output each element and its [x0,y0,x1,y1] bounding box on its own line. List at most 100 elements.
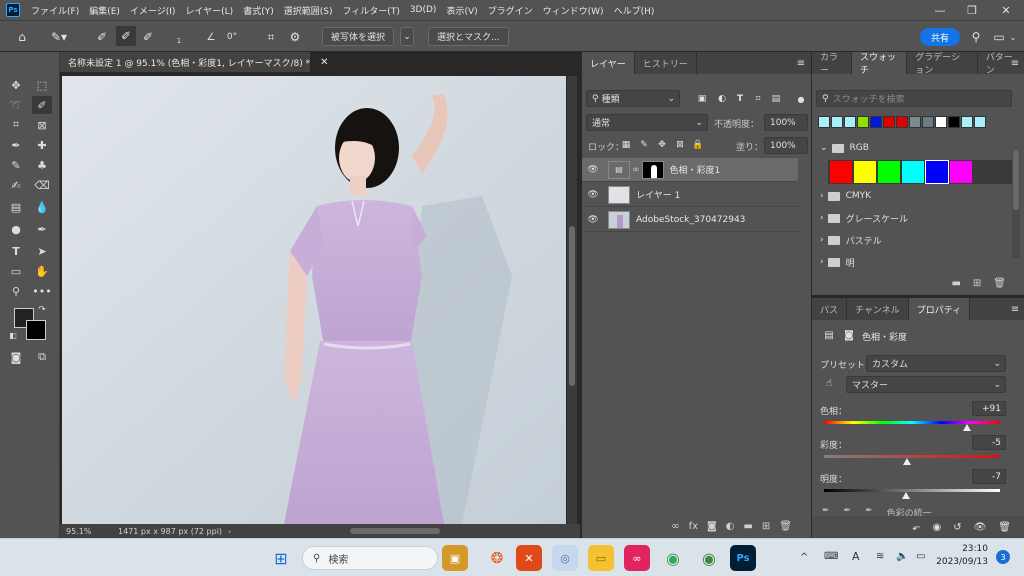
screen-mode-icon[interactable]: ⧉ [32,348,52,366]
layer-name[interactable]: AdobeStock_370472943 [636,215,745,225]
wifi-icon[interactable]: ≋ [876,551,884,562]
new-group-icon[interactable]: ▬ [743,521,752,532]
windows-start-icon[interactable]: ⊞ [268,545,294,571]
creative-cloud-icon[interactable]: ∞ [624,545,650,571]
file-explorer-icon[interactable]: ▭ [588,545,614,571]
menu-plugins[interactable]: プラグイン [483,4,538,17]
menu-view[interactable]: 表示(V) [441,4,482,17]
background-color-swatch[interactable] [26,320,46,340]
menu-layer[interactable]: レイヤー(L) [180,4,238,17]
visibility-eye-icon[interactable]: 👁 [582,165,604,175]
recent-swatch[interactable] [870,116,882,128]
crop-tool-icon[interactable]: ⌗ [6,116,26,134]
trash-icon[interactable]: 🗑 [779,521,792,532]
app-icon[interactable]: ◎ [552,545,578,571]
chrome-icon[interactable]: ◉ [660,545,686,571]
select-and-mask-button[interactable]: 選択とマスク... [428,27,509,46]
hue-value[interactable]: +91 [972,401,1006,416]
menu-edit[interactable]: 編集(E) [84,4,125,17]
rgb-swatch[interactable] [950,161,972,183]
mask-icon[interactable]: ◙ [842,328,856,342]
document-tab[interactable]: 名称未設定 1 @ 95.1% (色相・彩度1, レイヤーマスク/8) * ✕ [60,52,328,72]
restore-icon[interactable]: ❐ [956,0,988,20]
panel-menu-icon[interactable]: ≡ [794,56,808,70]
tab-history[interactable]: ヒストリー [635,52,697,74]
tab-swatches[interactable]: スウォッチ [851,52,908,76]
new-swatch-icon[interactable]: ⊞ [973,278,981,292]
share-button[interactable]: 共有 [920,28,960,46]
volume-icon[interactable]: 🔈 [896,551,908,562]
type-tool-icon[interactable]: T [6,242,26,260]
tab-gradients[interactable]: グラデーション [907,52,978,76]
photoshop-taskbar-icon[interactable]: Ps [730,545,756,571]
default-colors-icon[interactable]: ◧ [8,330,18,340]
rgb-swatch[interactable] [830,161,852,183]
visibility-eye-icon[interactable]: 👁 [974,522,987,533]
rgb-swatch[interactable] [925,160,949,184]
swatches-scrollbar[interactable] [1012,150,1020,258]
lock-all-icon[interactable]: 🔒 [692,138,704,152]
gradient-tool-icon[interactable]: ▤ [6,198,26,216]
layer-name[interactable]: レイヤー 1 [636,188,680,201]
lightness-slider-track[interactable] [824,489,1000,492]
colorize-label[interactable]: 色彩の統一 [887,506,932,516]
swatch-group-grayscale[interactable]: › グレースケール [820,208,908,228]
more-tools-icon[interactable]: ••• [32,282,52,300]
recent-swatch[interactable] [844,116,856,128]
menu-select[interactable]: 選択範囲(S) [279,4,338,17]
frame-tool-icon[interactable]: ⊠ [32,116,52,134]
recent-swatch[interactable] [922,116,934,128]
lock-artboard-icon[interactable]: ⊠ [674,138,686,152]
menu-3d[interactable]: 3D(D) [405,5,442,15]
status-expand-icon[interactable]: › [228,527,231,536]
ime-indicator[interactable]: A [852,550,860,563]
healing-brush-tool-icon[interactable]: ✚ [32,136,52,154]
adjustment-icon[interactable]: ◐ [726,521,735,532]
blur-tool-icon[interactable]: 💧 [32,198,52,216]
new-layer-icon[interactable]: ⊞ [762,521,770,532]
marquee-tool-icon[interactable]: ⬚ [32,76,52,94]
saturation-slider-track[interactable] [824,455,1000,458]
swatch-group-cmyk[interactable]: › CMYK [820,186,871,206]
angle-value[interactable]: 0° [220,28,244,46]
recent-swatch[interactable] [818,116,830,128]
battery-icon[interactable]: ▭ [916,551,925,562]
lock-pixels-icon[interactable]: ✎ [638,138,650,152]
filter-adjustment-icon[interactable]: ◐ [716,92,728,106]
trash-icon[interactable]: 🗑 [998,522,1011,533]
eraser-tool-icon[interactable]: ⌫ [32,176,52,194]
lasso-tool-icon[interactable]: ➰ [6,96,26,114]
hue-slider-track[interactable] [824,421,1000,424]
recent-swatch[interactable] [961,116,973,128]
horizontal-scroll-thumb[interactable] [350,528,440,534]
add-to-selection-icon[interactable]: ✐ [116,26,136,46]
link-layers-icon[interactable]: ∞ [671,521,679,532]
canvas-image[interactable] [62,76,566,524]
recent-swatch[interactable] [909,116,921,128]
select-subject-dropdown[interactable]: ⌄ [400,27,414,46]
stamp-tool-icon[interactable]: ♣ [32,156,52,174]
home-icon[interactable]: ⌂ [12,28,32,46]
recent-swatch[interactable] [974,116,986,128]
saturation-slider-handle[interactable] [903,458,911,465]
move-tool-icon[interactable]: ✥ [6,76,26,94]
recent-swatch[interactable] [857,116,869,128]
tab-paths[interactable]: パス [812,298,848,320]
sample-all-layers-icon[interactable]: ⌗ [262,28,280,46]
clip-to-layer-icon[interactable]: ⬐ [912,522,920,533]
swatch-search-field[interactable]: ⚲ スウォッチを検索 [816,90,1012,107]
chevron-up-icon[interactable]: ^ [800,552,808,563]
menu-type[interactable]: 書式(Y) [238,4,279,17]
lock-position-icon[interactable]: ✥ [656,138,668,152]
taskbar-search-box[interactable]: ⚲ 検索 [302,546,438,570]
rgb-swatch[interactable] [878,161,900,183]
menu-file[interactable]: ファイル(F) [26,4,84,17]
preset-select[interactable]: カスタム ⌄ [866,355,1006,372]
reset-icon[interactable]: ↺ [953,522,961,533]
filter-shape-icon[interactable]: ⌗ [752,92,764,106]
opacity-field[interactable]: 100% [764,114,808,131]
dodge-tool-icon[interactable]: ● [6,220,26,238]
brush-tool-icon[interactable]: ✎ [6,156,26,174]
filter-pixel-icon[interactable]: ▣ [696,92,708,106]
recent-swatch[interactable] [831,116,843,128]
